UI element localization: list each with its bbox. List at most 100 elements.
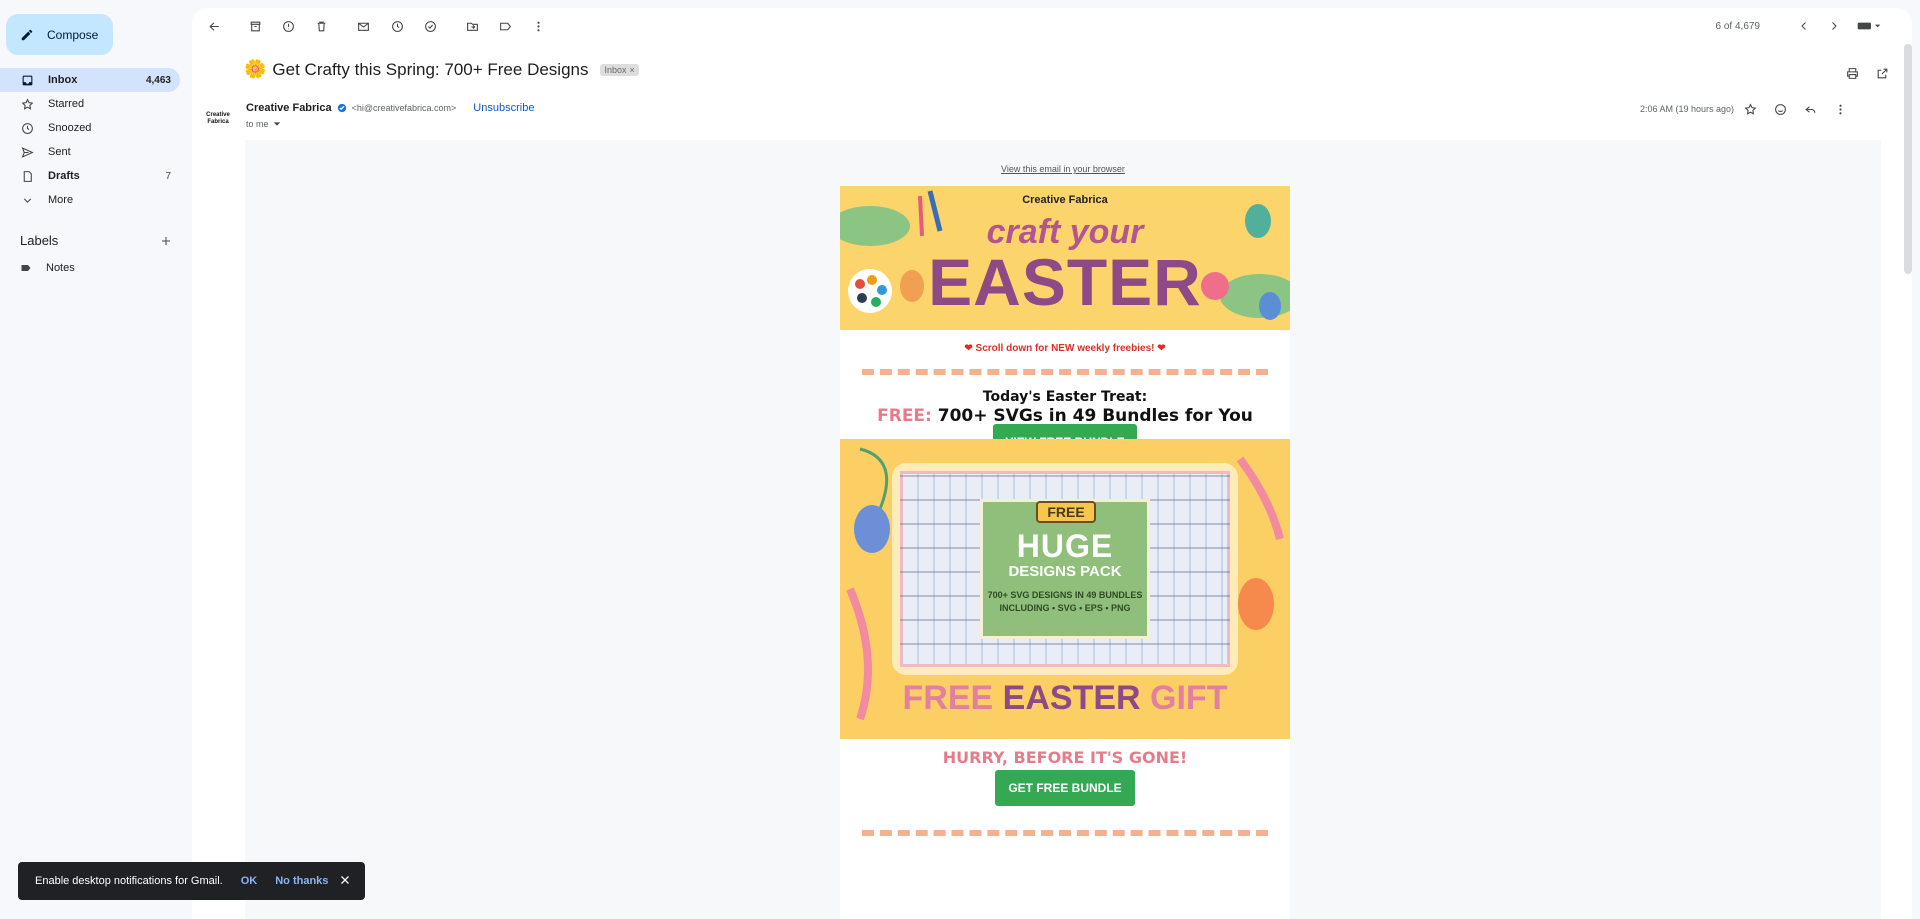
treat-headline: FREE: 700+ SVGs in 49 Bundles for You <box>840 406 1290 426</box>
free-tag: FREE <box>1036 501 1096 523</box>
subject-text: Get Crafty this Spring: 700+ Free Design… <box>272 59 589 79</box>
sidebar: Compose Inbox 4,463 Starred Snoozed Sent… <box>0 0 190 919</box>
sidebar-item-starred[interactable]: Starred <box>0 92 180 116</box>
star-icon <box>20 97 34 111</box>
treat-title: Today's Easter Treat: <box>982 389 1148 405</box>
label-icon <box>20 262 32 274</box>
scroll-note-text: Scroll down for NEW weekly freebies! <box>975 343 1155 354</box>
inbox-badge[interactable]: Inbox × <box>600 63 639 76</box>
divider <box>862 830 1268 836</box>
heart-icon: ❤ <box>964 343 973 354</box>
banner-easter-text: EASTER <box>928 245 1202 319</box>
close-icon[interactable] <box>339 874 351 886</box>
email-content-card: ❤ Scroll down for NEW weekly freebies! ❤… <box>840 330 1290 919</box>
compose-button[interactable]: Compose <box>6 14 113 55</box>
label-item-notes[interactable]: Notes <box>20 262 75 274</box>
draft-icon <box>20 169 34 183</box>
pager-text: 6 of 4,679 <box>1715 21 1760 32</box>
hero-banner[interactable]: Creative Fabrica craft your EASTER <box>840 186 1290 330</box>
heart-icon: ❤ <box>1157 343 1166 354</box>
treat-free: FREE: <box>877 406 932 426</box>
badge-label: Inbox <box>604 64 627 75</box>
sidebar-item-snoozed[interactable]: Snoozed <box>0 116 180 140</box>
sidebar-item-label: Inbox <box>48 74 78 86</box>
open-new-window-icon[interactable] <box>1874 65 1890 81</box>
clock-icon <box>20 121 34 135</box>
sender-info: Creative Fabrica <hi@creativefabrica.com… <box>246 102 534 114</box>
keyboard-icon[interactable] <box>1856 18 1882 34</box>
unsubscribe-link[interactable]: Unsubscribe <box>473 102 534 114</box>
sender-name[interactable]: Creative Fabrica <box>246 102 332 114</box>
sidebar-item-label: Drafts <box>48 170 80 182</box>
snackbar-message: Enable desktop notifications for Gmail. <box>35 875 223 887</box>
pencil-icon <box>20 28 34 42</box>
chevron-left-icon[interactable] <box>1796 18 1812 34</box>
promo-detail-line: INCLUDING • SVG • EPS • PNG <box>999 603 1131 613</box>
scroll-note: ❤ Scroll down for NEW weekly freebies! ❤ <box>840 343 1290 354</box>
chevron-down-icon <box>20 193 34 207</box>
drafts-count: 7 <box>165 170 171 182</box>
gift-word: EASTER <box>1002 679 1141 717</box>
avatar: Creative Fabrica <box>206 112 230 125</box>
sidebar-item-label: Starred <box>48 98 85 110</box>
more-vert-icon[interactable] <box>1832 101 1848 117</box>
caret-down-icon <box>273 120 281 128</box>
delete-icon[interactable] <box>313 18 329 34</box>
get-free-bundle-button[interactable]: GET FREE BUNDLE <box>995 770 1135 806</box>
email-body: View this email in your browser Creative… <box>245 140 1881 919</box>
view-in-browser-link[interactable]: View this email in your browser <box>245 164 1881 174</box>
chevron-right-icon[interactable] <box>1826 18 1842 34</box>
gift-word: GIFT <box>1150 679 1228 717</box>
sidebar-item-label: More <box>48 194 74 206</box>
ok-button[interactable]: OK <box>241 875 258 887</box>
labels-heading: Labels <box>20 233 59 248</box>
move-to-icon[interactable] <box>464 18 480 34</box>
close-icon[interactable]: × <box>630 65 635 75</box>
no-thanks-button[interactable]: No thanks <box>275 875 328 887</box>
snooze-icon[interactable] <box>389 18 405 34</box>
labels-header: Labels <box>20 233 172 248</box>
sidebar-item-inbox[interactable]: Inbox 4,463 <box>0 68 180 92</box>
sidebar-item-sent[interactable]: Sent <box>0 140 180 164</box>
star-icon[interactable] <box>1742 101 1758 117</box>
flower-icon: 🌼 <box>244 59 267 79</box>
hurry-text: HURRY, BEFORE IT'S GONE! <box>942 748 1188 767</box>
report-spam-icon[interactable] <box>280 18 296 34</box>
banner-brand: Creative Fabrica <box>1022 194 1108 206</box>
archive-icon[interactable] <box>247 18 263 34</box>
print-icon[interactable] <box>1844 65 1860 81</box>
scrollbar[interactable] <box>1904 44 1912 274</box>
emoji-reaction-icon[interactable] <box>1772 101 1788 117</box>
timestamp: 2:06 AM (19 hours ago) <box>1639 104 1734 114</box>
sidebar-item-more[interactable]: More <box>0 188 180 212</box>
promo-gift-text: FREE EASTER GIFT <box>840 679 1290 718</box>
toolbar: 6 of 4,679 <box>192 8 1912 44</box>
label-as-icon[interactable] <box>497 18 513 34</box>
promo-designs-pack: DESIGNS PACK <box>1008 563 1122 580</box>
gift-word: FREE <box>902 679 994 717</box>
sidebar-item-label: Snoozed <box>48 122 92 134</box>
promo-image[interactable]: FREE HUGE DESIGNS PACK 700+ SVG DESIGNS … <box>840 439 1290 739</box>
to-label: to me <box>246 119 269 129</box>
nav-list: Inbox 4,463 Starred Snoozed Sent Drafts … <box>0 68 180 212</box>
promo-details: 700+ SVG DESIGNS IN 49 BUNDLES INCLUDING… <box>980 589 1150 615</box>
add-task-icon[interactable] <box>422 18 438 34</box>
reply-icon[interactable] <box>1802 101 1818 117</box>
inbox-count: 4,463 <box>145 74 171 86</box>
more-vert-icon[interactable] <box>530 18 546 34</box>
sender-email: <hi@creativefabrica.com> <box>351 103 457 113</box>
back-arrow-icon[interactable] <box>206 18 222 34</box>
promo-detail-line: 700+ SVG DESIGNS IN 49 BUNDLES <box>987 590 1143 600</box>
plus-icon[interactable] <box>160 235 172 247</box>
treat-rest: 700+ SVGs in 49 Bundles for You <box>937 406 1253 426</box>
inbox-icon <box>20 73 34 87</box>
recipient-details[interactable]: to me <box>246 119 281 129</box>
notification-snackbar: Enable desktop notifications for Gmail. … <box>18 862 365 900</box>
main-panel: 6 of 4,679 🌼 Get Crafty this Spring: 700… <box>192 8 1912 919</box>
label-name: Notes <box>46 262 75 274</box>
send-icon <box>20 145 34 159</box>
sidebar-item-drafts[interactable]: Drafts 7 <box>0 164 180 188</box>
mark-unread-icon[interactable] <box>355 18 371 34</box>
divider <box>862 369 1268 375</box>
email-subject: 🌼 Get Crafty this Spring: 700+ Free Desi… <box>244 59 639 80</box>
